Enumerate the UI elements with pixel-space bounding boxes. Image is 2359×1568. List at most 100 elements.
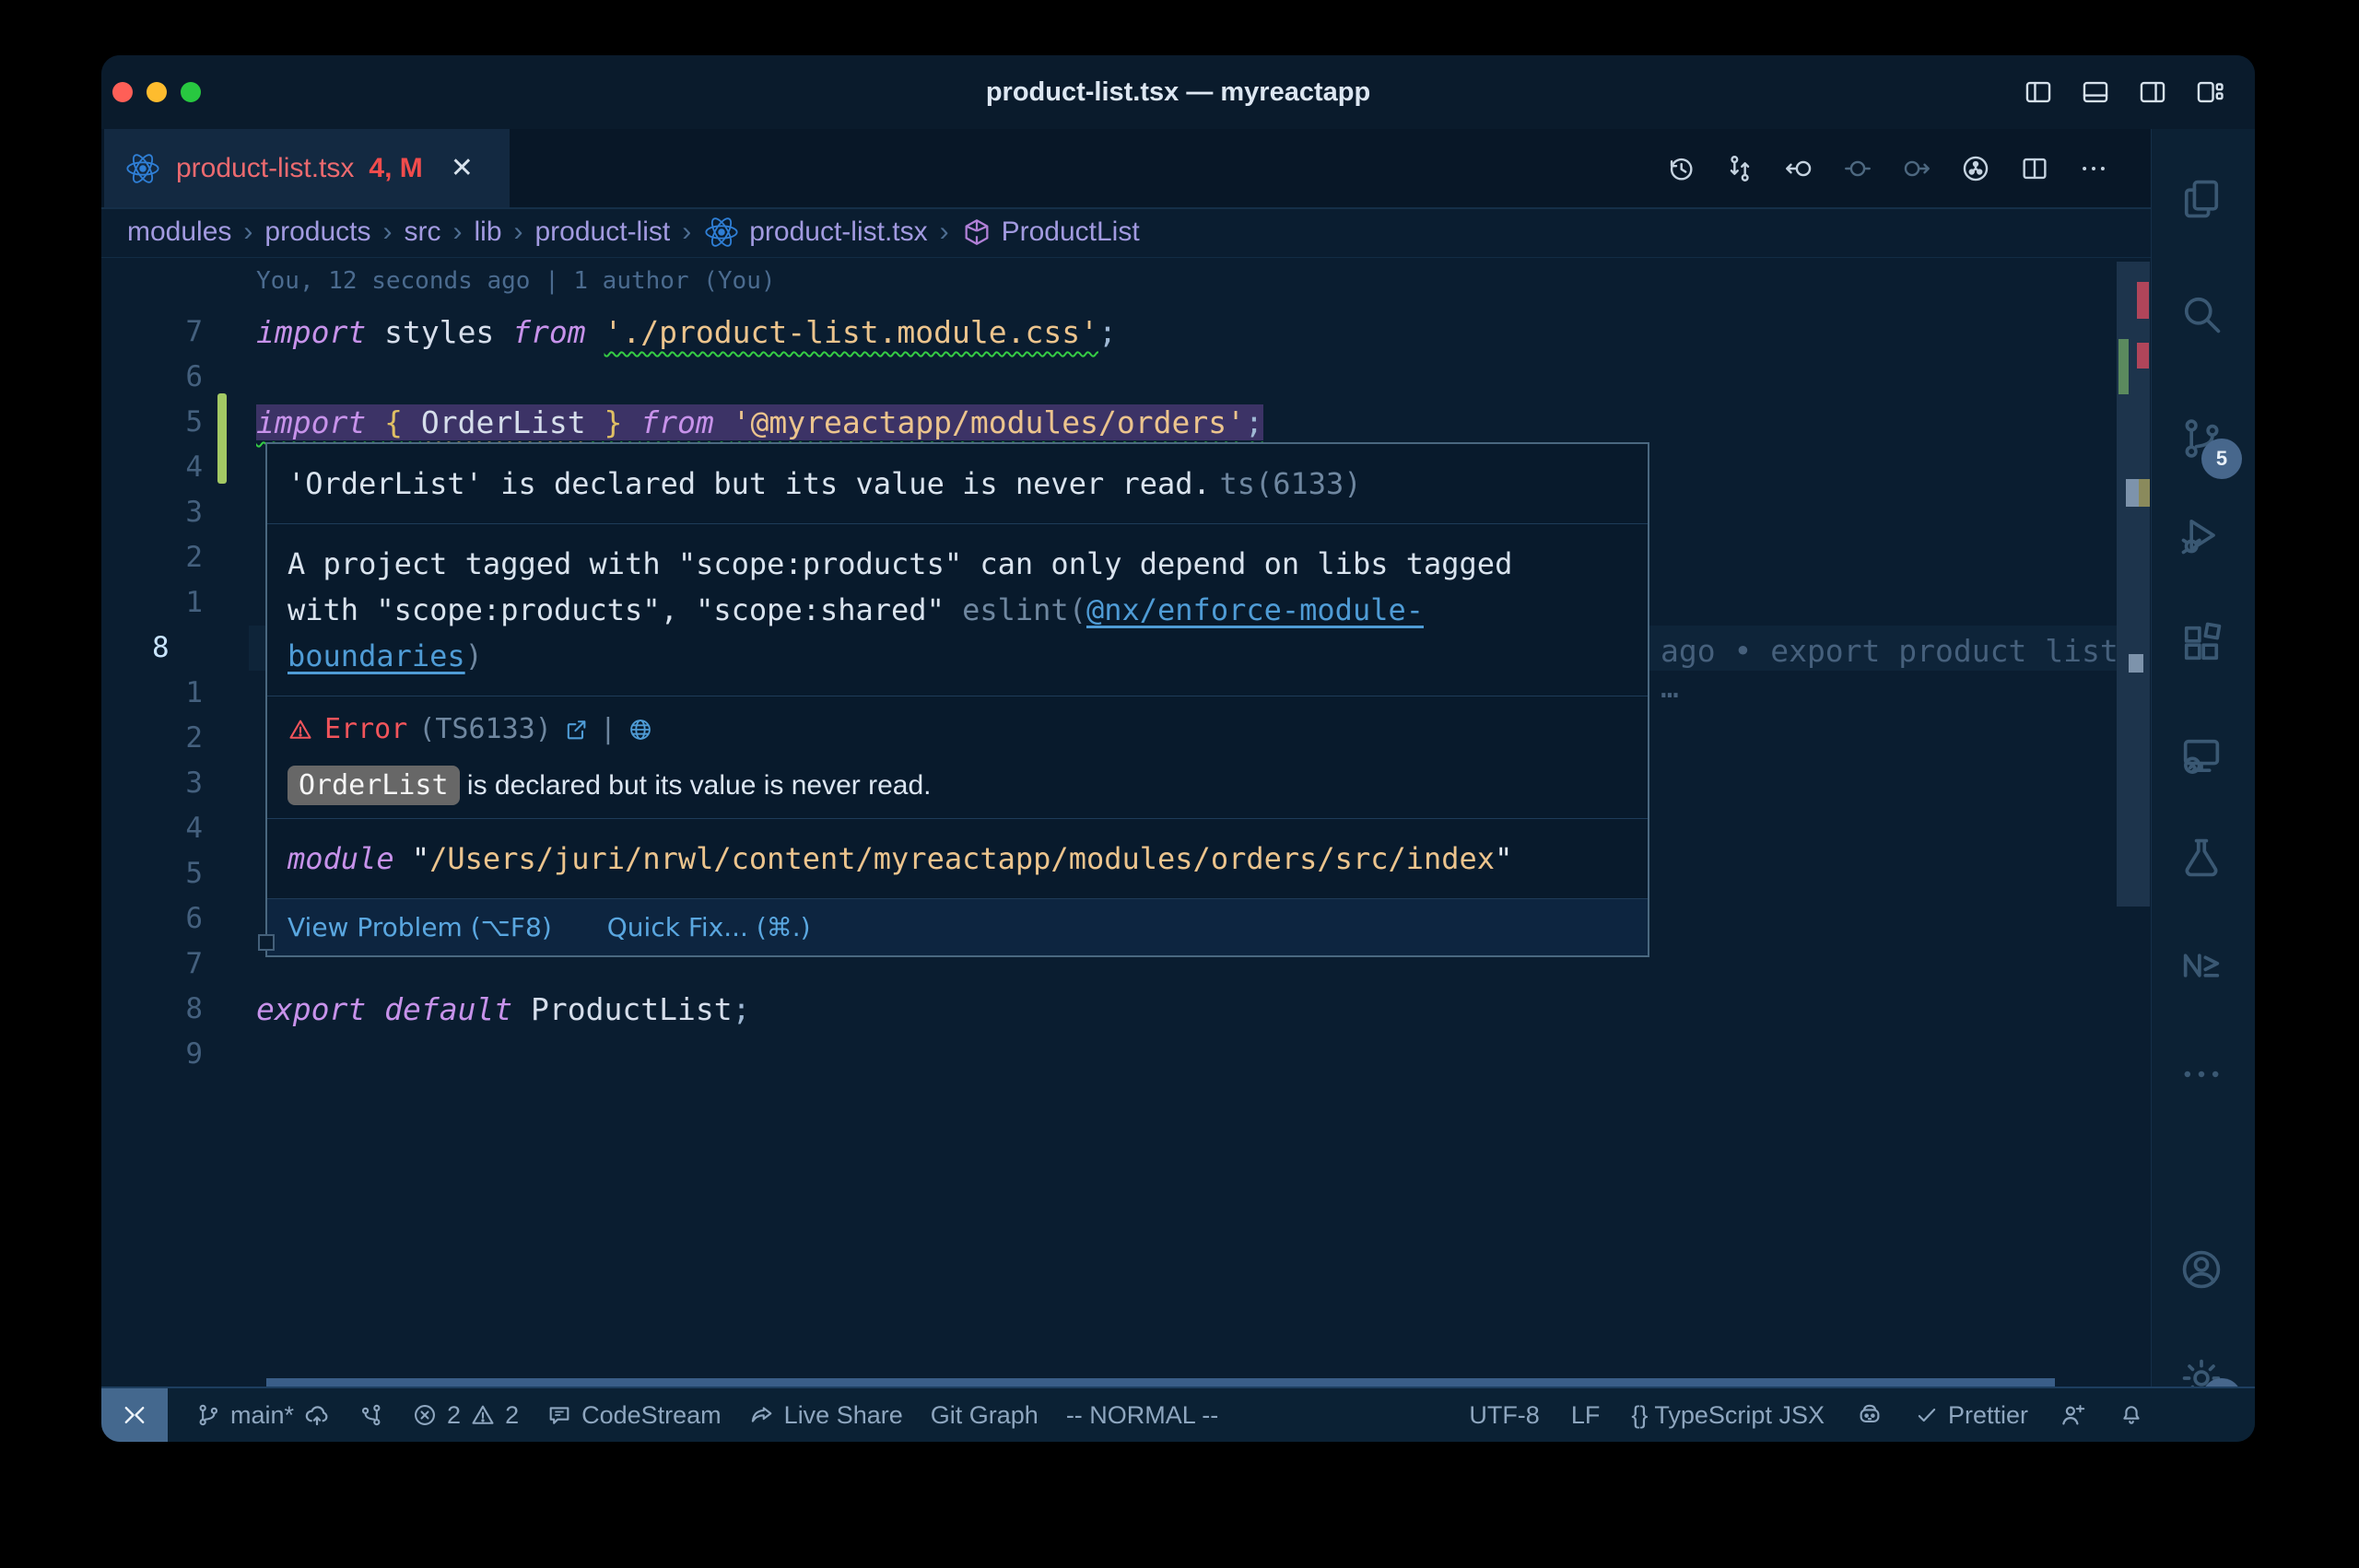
line-number: 9 — [101, 1032, 203, 1077]
react-icon — [703, 214, 740, 251]
status-item-main-[interactable]: main* — [195, 1401, 331, 1430]
layout-customize-icon[interactable] — [2194, 76, 2225, 108]
status-item-person-feedback[interactable] — [2060, 1401, 2087, 1429]
open-external-icon[interactable] — [563, 717, 589, 743]
activity-nx-console[interactable] — [2177, 942, 2229, 993]
status-item-remote[interactable] — [101, 1388, 168, 1442]
line-number: 8 — [152, 626, 253, 671]
react-icon — [124, 150, 161, 187]
close-tab-icon[interactable]: ✕ — [451, 152, 474, 184]
globe-icon[interactable] — [628, 717, 653, 743]
code-line[interactable]: 8export default ProductList; — [101, 987, 2152, 1032]
rule-line-1: A project tagged with "scope:products" c… — [288, 541, 1627, 587]
eslint-rule-link[interactable]: boundaries — [288, 638, 465, 673]
tab-problem-badge: 4, M — [369, 153, 422, 184]
layout-sidebar-right-icon[interactable] — [2137, 76, 2168, 108]
cloud-upload-icon — [303, 1401, 331, 1429]
status-item-git-graph[interactable]: Git Graph — [931, 1401, 1039, 1430]
more-views-icon — [2177, 1050, 2225, 1098]
split-editor-icon[interactable] — [2019, 153, 2050, 184]
tab-product-list[interactable]: product-list.tsx 4, M ✕ — [104, 129, 510, 207]
status-item--typescript-jsx[interactable]: {} TypeScript JSX — [1631, 1401, 1825, 1430]
layout-panel-bottom-icon[interactable] — [2080, 76, 2111, 108]
line-number: 5 — [101, 851, 203, 896]
open-change-icon[interactable] — [1783, 153, 1814, 184]
line-number: 7 — [101, 310, 203, 355]
status-item-live-share[interactable]: Live Share — [749, 1401, 903, 1430]
line-number: 6 — [101, 355, 203, 400]
history-icon[interactable] — [1665, 153, 1696, 184]
codelens-blame[interactable]: You, 12 seconds ago | 1 author (You) — [256, 267, 776, 295]
code-line[interactable]: 5 import { OrderList } from '@myreactapp/… — [101, 400, 2152, 445]
hover-error-detail: Error (TS6133) | OrderList is declared b… — [267, 696, 1648, 819]
layout-sidebar-left-icon[interactable] — [2023, 76, 2054, 108]
quick-fix-action[interactable]: Quick Fix... (⌘.) — [607, 912, 811, 942]
run-debug-icon — [2177, 511, 2225, 559]
compare-changes-icon[interactable] — [1724, 153, 1755, 184]
hover-diagnostic-message: 'OrderList' is declared but its value is… — [267, 444, 1648, 524]
line-number: 4 — [101, 445, 203, 490]
eslint-rule-link[interactable]: @nx/enforce-module- — [1086, 592, 1424, 627]
editor-toolbar — [1665, 129, 2109, 207]
status-item-codestream[interactable]: CodeStream — [546, 1401, 722, 1430]
status-item-2[interactable]: 22 — [412, 1401, 519, 1430]
breadcrumb-item-product-list[interactable]: product-list — [535, 216, 671, 248]
activity-files[interactable] — [2177, 175, 2229, 227]
code-line[interactable]: 6 — [101, 355, 2152, 400]
code-editor[interactable]: You, 12 seconds ago | 1 author (You) 7im… — [101, 258, 2152, 1387]
screenshot-stage: product-list.tsx — myreactapp product-li… — [0, 0, 2359, 1568]
titlebar[interactable]: product-list.tsx — myreactapp — [101, 55, 2255, 129]
status-item-lf[interactable]: LF — [1571, 1401, 1601, 1430]
prev-change-disabled-icon[interactable] — [1842, 153, 1873, 184]
activity-extensions[interactable] — [2177, 619, 2229, 671]
breadcrumb-item-product-list-tsx[interactable]: product-list.tsx — [703, 214, 927, 251]
status-bar-right: UTF-8 LF {} TypeScript JSX Prettier — [1469, 1388, 2255, 1442]
activity-remote-explorer[interactable] — [2177, 732, 2229, 784]
compare-branch-icon — [358, 1402, 384, 1428]
activity-run-debug[interactable] — [2177, 511, 2229, 563]
status-item--normal-[interactable]: -- NORMAL -- — [1066, 1401, 1218, 1430]
search-icon — [2177, 290, 2225, 338]
code-line[interactable]: 7import styles from './product-list.modu… — [101, 310, 2152, 355]
breadcrumb-item-products[interactable]: products — [264, 216, 370, 248]
activity-bar: 51 — [2151, 129, 2255, 1387]
live-share-icon — [749, 1402, 775, 1428]
line-number: 1 — [101, 671, 203, 716]
next-change-disabled-icon[interactable] — [1901, 153, 1932, 184]
activity-source-control[interactable]: 5 — [2177, 415, 2229, 466]
overview-selection-mark — [2126, 479, 2139, 507]
status-item-compare-branch[interactable] — [358, 1402, 384, 1428]
gitlens-graph-icon[interactable] — [1960, 153, 1991, 184]
activity-search[interactable] — [2177, 290, 2229, 342]
remote-explorer-icon — [2177, 732, 2225, 780]
hover-diagnostic-popup: 'OrderList' is declared but its value is… — [265, 442, 1649, 957]
symbol-chip: OrderList — [288, 766, 460, 805]
line-number: 3 — [101, 761, 203, 806]
breadcrumb-item-lib[interactable]: lib — [474, 216, 501, 248]
code-line[interactable]: 9 — [101, 1032, 2152, 1077]
status-item-copilot[interactable] — [1856, 1401, 1884, 1429]
breadcrumb-item-modules[interactable]: modules — [127, 216, 231, 248]
activity-testing-beaker[interactable] — [2177, 834, 2229, 885]
breadcrumb-item-productlist[interactable]: ProductList — [961, 216, 1140, 248]
status-item-prettier[interactable]: Prettier — [1915, 1401, 2028, 1430]
activity-account[interactable] — [2177, 1246, 2229, 1297]
testing-beaker-icon — [2177, 834, 2225, 882]
breadcrumb-separator: › — [514, 216, 523, 248]
error-header: Error (TS6133) | — [288, 713, 1627, 745]
popup-resize-grip[interactable] — [258, 934, 275, 951]
status-item-bell[interactable] — [2118, 1402, 2144, 1428]
status-item-utf-8[interactable]: UTF-8 — [1469, 1401, 1540, 1430]
code-text: import { OrderList } from '@myreactapp/m… — [256, 400, 1263, 445]
activity-more-views[interactable] — [2177, 1050, 2229, 1102]
line-number: 8 — [101, 987, 203, 1032]
more-actions-icon[interactable] — [2078, 153, 2109, 184]
diagnostic-text: 'OrderList' is declared but its value is… — [288, 466, 1211, 501]
view-problem-action[interactable]: View Problem (⌥F8) — [288, 912, 552, 942]
breadcrumb-item-src[interactable]: src — [404, 216, 440, 248]
error-code: (TS6133) — [418, 713, 552, 745]
tab-bar: product-list.tsx 4, M ✕ — [101, 129, 2152, 209]
breadcrumb-separator: › — [940, 216, 949, 248]
line-number: 5 — [101, 400, 203, 445]
breadcrumb-separator: › — [382, 216, 392, 248]
